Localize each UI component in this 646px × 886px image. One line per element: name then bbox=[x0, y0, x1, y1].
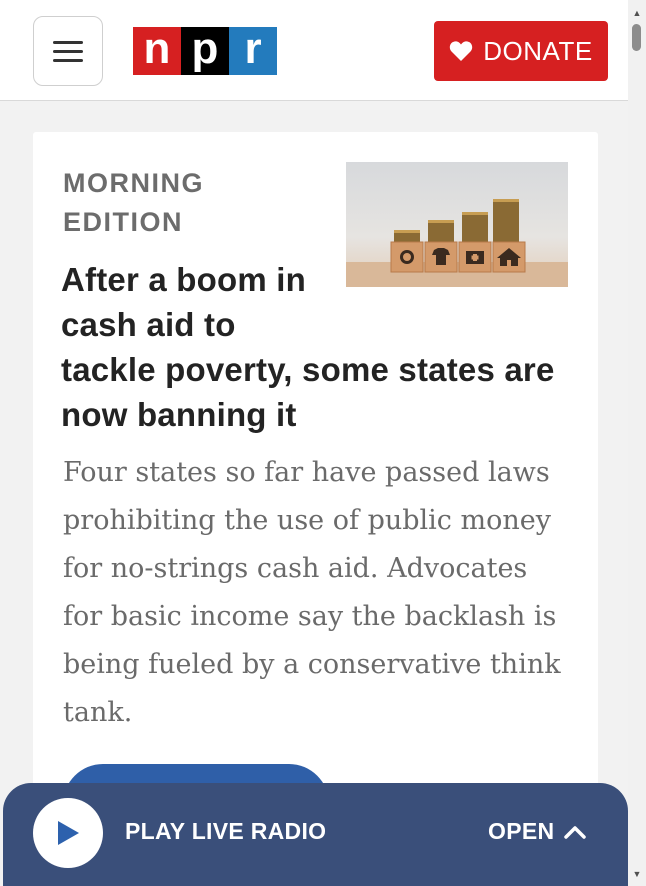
npr-logo[interactable]: n p r bbox=[133, 27, 277, 75]
play-live-radio-label[interactable]: PLAY LIVE RADIO bbox=[125, 818, 326, 845]
scroll-down-arrow-icon[interactable]: ▼ bbox=[628, 865, 646, 882]
story-slug[interactable]: MORNING EDITION bbox=[63, 164, 243, 242]
donate-button[interactable]: DONATE bbox=[434, 21, 608, 81]
donate-label: DONATE bbox=[483, 35, 593, 66]
logo-letter-r: r bbox=[229, 27, 277, 75]
play-button[interactable] bbox=[33, 798, 103, 868]
live-radio-player: PLAY LIVE RADIO OPEN bbox=[3, 783, 628, 886]
open-player-button[interactable]: OPEN bbox=[488, 818, 587, 845]
menu-button[interactable] bbox=[33, 16, 103, 86]
play-icon bbox=[58, 821, 79, 845]
heart-icon bbox=[450, 41, 473, 61]
scrollbar[interactable]: ▲ ▼ bbox=[628, 0, 646, 886]
headline-part-1: After a boom in cash aid to bbox=[61, 261, 307, 343]
hamburger-icon bbox=[53, 40, 83, 44]
logo-letter-p: p bbox=[181, 27, 229, 75]
headline-part-2: tackle poverty, some states are now bann… bbox=[61, 351, 555, 433]
site-header: n p r DONATE bbox=[0, 0, 628, 101]
scroll-up-arrow-icon[interactable]: ▲ bbox=[628, 4, 646, 21]
story-card: MORNING EDITION After a boom in cash aid… bbox=[33, 132, 598, 886]
logo-letter-n: n bbox=[133, 27, 181, 75]
open-label: OPEN bbox=[488, 818, 555, 844]
story-teaser: Four states so far have passed laws proh… bbox=[63, 457, 561, 728]
scroll-thumb[interactable] bbox=[632, 24, 641, 51]
chevron-up-icon bbox=[564, 825, 587, 839]
story-headline[interactable]: After a boom in cash aid to tackle pover… bbox=[61, 257, 571, 437]
